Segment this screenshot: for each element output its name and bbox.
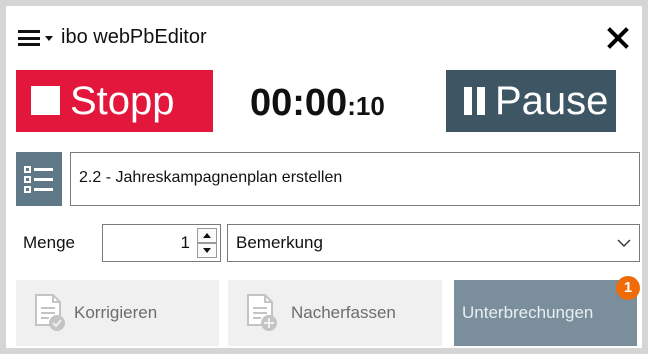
elapsed-timer: 00:00:10 — [250, 82, 385, 124]
title-bar: ibo webPbEditor — [6, 6, 642, 66]
menu-dropdown-arrow-icon[interactable] — [45, 36, 53, 41]
interruptions-badge: 1 — [616, 276, 640, 300]
arrow-down-icon — [203, 248, 211, 253]
quantity-increment-button[interactable] — [197, 228, 217, 243]
arrow-up-icon — [203, 233, 211, 238]
timer-main: 00:00 — [250, 82, 348, 124]
task-value: 2.2 - Jahreskampagnenplan erstellen — [79, 169, 343, 186]
stop-icon — [31, 86, 60, 115]
app-title: ibo webPbEditor — [61, 26, 207, 48]
app-window: ibo webPbEditor Stopp 00:00:10 Pause 2.2… — [6, 6, 642, 348]
remark-selected-value: Bemerkung — [236, 233, 323, 252]
quantity-decrement-button[interactable] — [197, 243, 217, 258]
quantity-stepper[interactable]: 1 — [102, 224, 221, 262]
list-icon — [24, 166, 53, 193]
pause-button-label: Pause — [495, 79, 609, 123]
remark-dropdown[interactable]: Bemerkung — [227, 224, 640, 262]
interruptions-button-label: Unterbrechungen — [462, 303, 594, 322]
correct-button-label: Korrigieren — [74, 303, 158, 322]
close-icon[interactable] — [606, 26, 630, 50]
followup-button-label: Nacherfassen — [291, 303, 396, 322]
stop-button[interactable]: Stopp — [16, 70, 213, 132]
interruptions-button[interactable]: Unterbrechungen — [454, 280, 637, 346]
followup-button[interactable]: Nacherfassen — [228, 280, 442, 346]
quantity-value[interactable]: 1 — [181, 233, 190, 253]
hamburger-icon[interactable] — [18, 30, 40, 46]
document-check-icon — [35, 294, 65, 331]
chevron-down-icon — [617, 239, 631, 247]
correct-button[interactable]: Korrigieren — [16, 280, 219, 346]
task-field[interactable]: 2.2 - Jahreskampagnenplan erstellen — [70, 152, 640, 206]
document-add-icon — [247, 294, 277, 331]
timer-seconds: :10 — [347, 91, 385, 121]
quantity-label: Menge — [23, 233, 75, 252]
stop-button-label: Stopp — [70, 79, 175, 123]
task-list-button[interactable] — [16, 152, 62, 206]
pause-button[interactable]: Pause — [446, 70, 616, 132]
